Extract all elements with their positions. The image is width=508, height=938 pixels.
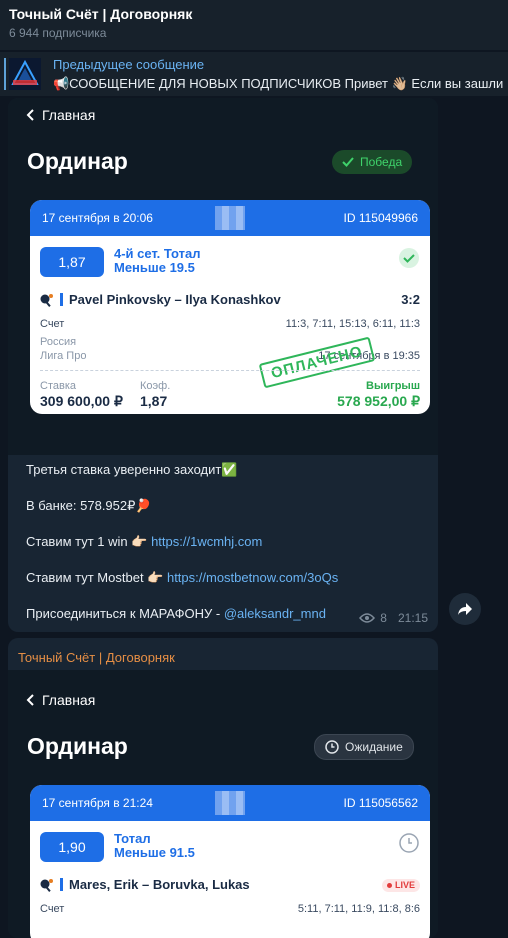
message-text-line: Третья ставка уверенно заходит✅ bbox=[26, 462, 238, 477]
clock-icon bbox=[325, 740, 339, 754]
coef-value: 1,87 bbox=[140, 393, 168, 409]
match-teams: Pavel Pinkovsky – Ilya Konashkov bbox=[40, 292, 281, 307]
back-link: Главная bbox=[26, 107, 95, 123]
subscriber-count: 6 944 подписчика bbox=[9, 26, 107, 40]
message-meta: 8 21:15 bbox=[359, 611, 428, 625]
message-bubble[interactable]: Точный Счёт | Договорняк Главная Ординар… bbox=[8, 638, 438, 938]
coupon-id: ID 115049966 bbox=[343, 211, 418, 225]
back-label: Главная bbox=[42, 692, 96, 708]
country: Россия bbox=[40, 336, 77, 348]
coef-badge: 1,87 bbox=[40, 247, 104, 277]
bet-screenshot[interactable]: Главная Ординар Ожидание 17 сентября в 2… bbox=[8, 670, 438, 938]
eye-icon bbox=[359, 613, 376, 623]
paid-stamp: ОПЛАЧЕНО bbox=[258, 336, 376, 389]
coef-badge: 1,90 bbox=[40, 832, 104, 862]
share-button[interactable] bbox=[449, 593, 481, 625]
message-text-line: Присоединиться к МАРАФОНУ - @aleksandr_m… bbox=[26, 606, 326, 621]
checkmark-icon bbox=[399, 248, 419, 268]
coupon-datetime: 17 сентября в 21:24 bbox=[42, 796, 153, 810]
link-1win[interactable]: https://1wcmhj.com bbox=[151, 534, 262, 549]
win-label: Выигрыш bbox=[366, 380, 420, 392]
author-name[interactable]: Точный Счёт | Договорняк bbox=[18, 650, 175, 665]
bet-type-title: Ординар bbox=[27, 148, 128, 174]
pixelated-area bbox=[215, 206, 245, 230]
message-bubble[interactable]: Главная Ординар Победа 17 сентября в 20:… bbox=[8, 98, 438, 632]
match-teams: Mares, Erik – Boruvka, Lukas bbox=[40, 877, 250, 892]
view-count: 8 bbox=[380, 611, 387, 625]
score-label: Счет bbox=[40, 903, 65, 915]
table-tennis-icon bbox=[40, 293, 53, 307]
coupon-id: ID 115056562 bbox=[343, 796, 418, 810]
bet-screenshot[interactable]: Главная Ординар Победа 17 сентября в 20:… bbox=[8, 98, 438, 455]
status-badge: Ожидание bbox=[314, 734, 414, 760]
pinned-indicator bbox=[4, 58, 6, 90]
live-badge: LIVE bbox=[381, 879, 420, 892]
back-link: Главная bbox=[26, 692, 95, 708]
market-label: 4-й сет. Тотал Меньше 19.5 bbox=[114, 246, 201, 275]
match-score: 3:2 bbox=[401, 292, 420, 307]
coef-label: Коэф. bbox=[140, 380, 171, 392]
coupon-card: 17 сентября в 20:06 ID 115049966 1,87 4-… bbox=[30, 200, 430, 414]
message-text-line: В банке: 578.952₽🏓 bbox=[26, 498, 152, 513]
score-label: Счет bbox=[40, 318, 65, 330]
pixelated-area bbox=[215, 791, 245, 815]
chevron-left-icon bbox=[26, 109, 34, 121]
share-arrow-icon bbox=[458, 603, 472, 615]
pinned-message-bar[interactable]: Предыдущее сообщение 📢СООБЩЕНИЕ ДЛЯ НОВЫ… bbox=[0, 52, 508, 96]
message-time: 21:15 bbox=[397, 611, 428, 625]
chevron-left-icon bbox=[26, 694, 34, 706]
chat-header[interactable]: Точный Счёт | Договорняк 6 944 подписчик… bbox=[0, 0, 508, 50]
clock-icon bbox=[399, 833, 419, 853]
pinned-thumbnail bbox=[9, 58, 41, 90]
message-text-line: Ставим тут 1 win 👉🏻 https://1wcmhj.com bbox=[26, 534, 263, 549]
table-tennis-icon bbox=[40, 878, 53, 892]
pinned-text: 📢СООБЩЕНИЕ ДЛЯ НОВЫХ ПОДПИСЧИКОВ Привет … bbox=[53, 76, 504, 91]
coupon-datetime: 17 сентября в 20:06 bbox=[42, 211, 153, 225]
link-mostbet[interactable]: https://mostbetnow.com/3oQs bbox=[167, 570, 338, 585]
bet-type-title: Ординар bbox=[27, 733, 128, 759]
win-amount: 578 952,00 ₽ bbox=[337, 393, 420, 409]
market-label: Тотал Меньше 91.5 bbox=[114, 831, 195, 860]
score-detail: 5:11, 7:11, 11:9, 11:8, 8:6 bbox=[297, 903, 420, 915]
score-detail: 11:3, 7:11, 15:13, 6:11, 11:3 bbox=[285, 318, 420, 330]
pinned-label: Предыдущее сообщение bbox=[53, 57, 205, 72]
channel-title[interactable]: Точный Счёт | Договорняк bbox=[9, 6, 192, 22]
stake-amount: 309 600,00 ₽ bbox=[40, 393, 123, 409]
status-badge: Победа bbox=[332, 150, 413, 174]
league: Лига Про bbox=[40, 350, 87, 362]
stake-label: Ставка bbox=[40, 380, 76, 392]
link-username[interactable]: @aleksandr_mnd bbox=[224, 606, 326, 621]
message-text-line: Ставим тут Mostbet 👉🏻 https://mostbetnow… bbox=[26, 570, 339, 585]
check-icon bbox=[342, 157, 354, 167]
back-label: Главная bbox=[42, 107, 96, 123]
coupon-card: 17 сентября в 21:24 ID 115056562 1,90 То… bbox=[30, 785, 430, 938]
